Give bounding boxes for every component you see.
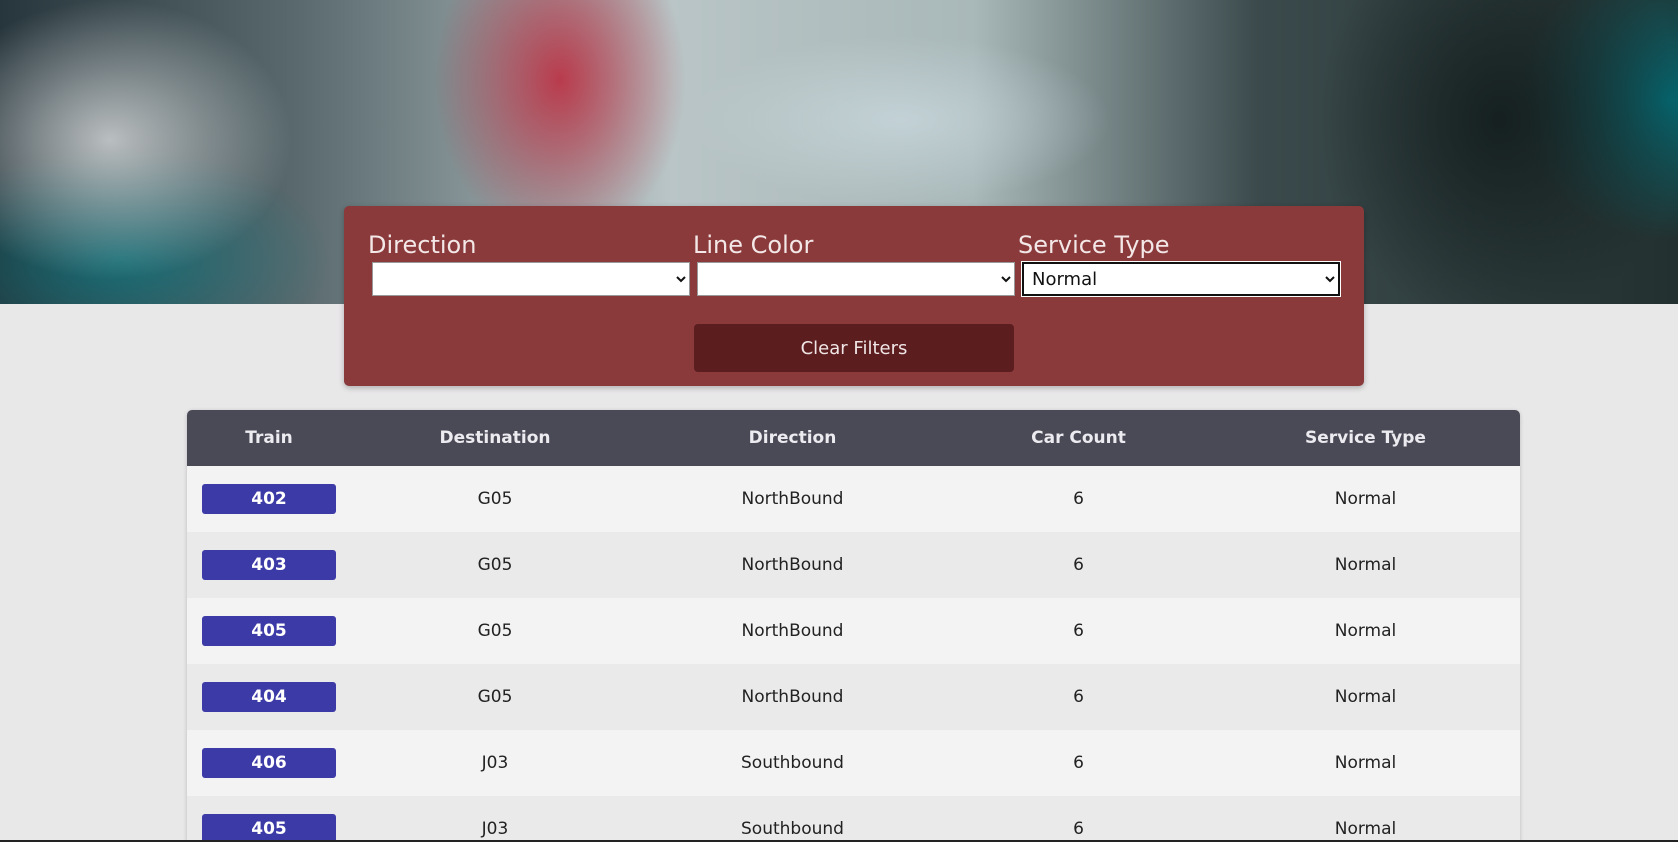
direction-cell: NorthBound [741,555,844,575]
direction-cell: NorthBound [741,621,844,641]
line-color-select[interactable] [697,262,1015,296]
direction-select[interactable] [372,262,690,296]
direction-cell: Southbound [741,819,844,839]
destination-cell: G05 [477,489,513,509]
table-row: 405 G05 NorthBound 6 Normal [187,598,1520,664]
header-train: Train [245,428,293,448]
destination-cell: G05 [477,555,513,575]
direction-filter: Direction [368,230,693,296]
car-count-cell: 6 [1073,489,1084,509]
train-cell: 406 [187,730,351,796]
service-type-cell: Normal [1334,753,1397,773]
train-cell: 404 [187,664,351,730]
trains-table: Train Destination Direction Car Count Se… [187,410,1520,842]
service-type-select[interactable]: Normal [1021,261,1341,297]
service-type-cell: Normal [1334,621,1397,641]
train-cell: 405 [187,598,351,664]
header-direction: Direction [748,428,837,448]
service-type-cell: Normal [1334,555,1397,575]
table-header-row: Train Destination Direction Car Count Se… [187,410,1520,466]
table-row: 406 J03 Southbound 6 Normal [187,730,1520,796]
train-cell: 405 [187,796,351,842]
line-color-filter-label: Line Color [693,231,814,259]
table-row: 405 J03 Southbound 6 Normal [187,796,1520,842]
table-row: 402 G05 NorthBound 6 Normal [187,466,1520,532]
direction-filter-label: Direction [368,231,477,259]
service-type-filter: Service Type Normal [1018,230,1343,297]
destination-cell: G05 [477,687,513,707]
train-badge[interactable]: 404 [202,682,336,712]
header-service-type: Service Type [1305,428,1426,448]
car-count-cell: 6 [1073,555,1084,575]
train-badge[interactable]: 405 [202,616,336,646]
train-badge[interactable]: 402 [202,484,336,514]
car-count-cell: 6 [1073,621,1084,641]
service-type-cell: Normal [1334,819,1397,839]
destination-cell: J03 [481,753,509,773]
direction-cell: Southbound [741,753,844,773]
car-count-cell: 6 [1073,753,1084,773]
header-destination: Destination [439,428,551,448]
service-type-cell: Normal [1334,687,1397,707]
line-color-filter: Line Color [693,230,1018,296]
table-row: 403 G05 NorthBound 6 Normal [187,532,1520,598]
clear-filters-button[interactable]: Clear Filters [694,324,1014,372]
direction-cell: NorthBound [741,687,844,707]
direction-cell: NorthBound [741,489,844,509]
car-count-cell: 6 [1073,819,1084,839]
train-badge[interactable]: 406 [202,748,336,778]
service-type-filter-label: Service Type [1018,231,1170,259]
destination-cell: G05 [477,621,513,641]
trains-table-container: Train Destination Direction Car Count Se… [187,410,1520,842]
train-cell: 403 [187,532,351,598]
header-car-count: Car Count [1031,428,1126,448]
train-cell: 402 [187,466,351,532]
car-count-cell: 6 [1073,687,1084,707]
table-row: 404 G05 NorthBound 6 Normal [187,664,1520,730]
train-badge[interactable]: 403 [202,550,336,580]
service-type-cell: Normal [1334,489,1397,509]
train-badge[interactable]: 405 [202,814,336,842]
destination-cell: J03 [481,819,509,839]
filter-panel: Direction Line Color Service Type Normal… [344,206,1364,386]
